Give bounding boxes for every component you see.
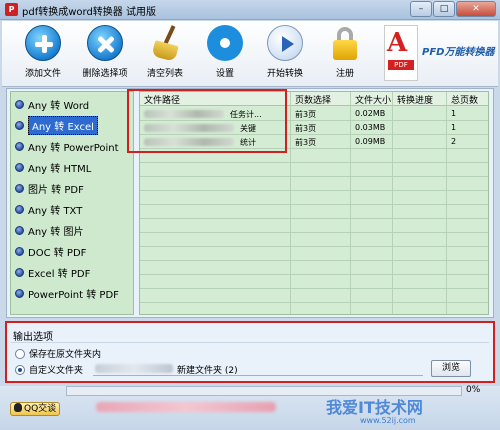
cell-size: 0.02MB bbox=[355, 109, 386, 118]
maximize-button[interactable]: □ bbox=[433, 1, 455, 17]
bullet-icon bbox=[15, 225, 24, 235]
broom-icon bbox=[147, 25, 183, 62]
qq-chat-button[interactable]: QQ交谈 bbox=[10, 402, 60, 416]
sidebar-item-label: Any 转 PowerPoint bbox=[28, 142, 119, 154]
settings-button[interactable]: 设置 bbox=[194, 25, 256, 83]
bullet-icon bbox=[15, 99, 24, 109]
toolbar: 添加文件 删除选择项 清空列表 设置 开始转换 注册 A PDF PFD万能转换… bbox=[2, 21, 498, 87]
cell-pages-select[interactable]: 前3页 bbox=[295, 137, 316, 148]
output-options-panel: 输出选项 保存在原文件夹内 自定义文件夹 新建文件夹 (2) 浏览 bbox=[5, 321, 495, 383]
column-header-progress[interactable]: 转换进度 bbox=[397, 93, 433, 106]
window-title: pdf转换成word转换器 试用版 bbox=[22, 7, 156, 18]
brand-logo: A PDF PFD万能转换器 bbox=[382, 23, 496, 85]
qq-penguin-icon bbox=[14, 403, 22, 412]
sidebar-item-label: PowerPoint 转 PDF bbox=[28, 289, 119, 301]
cell-pages-select[interactable]: 前3页 bbox=[295, 123, 316, 134]
bullet-icon bbox=[15, 141, 24, 151]
delete-selected-button[interactable]: 删除选择项 bbox=[74, 25, 136, 83]
add-file-label: 添加文件 bbox=[24, 69, 61, 79]
delete-selected-label: 删除选择项 bbox=[82, 69, 128, 79]
lock-icon bbox=[327, 25, 363, 61]
qq-chat-label: QQ交谈 bbox=[24, 404, 57, 414]
site-watermark-url: www.52ij.com bbox=[360, 416, 416, 425]
sidebar-item-label: Any 转 Excel bbox=[28, 115, 98, 135]
main-panel: Any 转 Word Any 转 Excel Any 转 PowerPoint … bbox=[6, 88, 494, 318]
add-file-button[interactable]: 添加文件 bbox=[12, 25, 74, 83]
sidebar-item-any-to-html[interactable]: Any 转 HTML bbox=[15, 158, 91, 176]
cell-total-pages: 1 bbox=[451, 123, 457, 132]
sidebar-item-any-to-word[interactable]: Any 转 Word bbox=[15, 95, 89, 113]
start-convert-button[interactable]: 开始转换 bbox=[254, 25, 316, 83]
play-icon bbox=[267, 25, 303, 61]
sidebar-item-label: Any 转 Word bbox=[28, 100, 90, 112]
bullet-icon bbox=[15, 162, 24, 172]
sidebar-item-any-to-powerpoint[interactable]: Any 转 PowerPoint bbox=[15, 137, 119, 155]
start-convert-label: 开始转换 bbox=[266, 69, 303, 79]
pdf-logo-mark: A bbox=[387, 28, 408, 58]
cell-total-pages: 1 bbox=[451, 109, 457, 118]
bullet-icon bbox=[15, 204, 24, 214]
sidebar-item-any-to-txt[interactable]: Any 转 TXT bbox=[15, 200, 82, 218]
pdf-tag: PDF bbox=[388, 60, 414, 70]
sidebar-item-label: Any 转 HTML bbox=[28, 163, 92, 175]
status-bar: 0% QQ交谈 我爱IT技术网 www.52ij.com bbox=[0, 385, 500, 430]
cell-size: 0.03MB bbox=[355, 123, 386, 132]
minimize-button[interactable]: – bbox=[410, 1, 432, 17]
add-file-icon bbox=[25, 25, 61, 61]
column-header-size[interactable]: 文件大小 bbox=[355, 93, 391, 106]
bullet-icon bbox=[15, 183, 24, 193]
sidebar-item-label: DOC 转 PDF bbox=[28, 247, 87, 259]
highlight-box-output-options bbox=[5, 321, 495, 383]
cell-size: 0.09MB bbox=[355, 137, 386, 146]
title-bar: P pdf转换成word转换器 试用版 – □ ✕ bbox=[0, 0, 500, 20]
progress-percent: 0% bbox=[466, 385, 481, 395]
sidebar-item-label: Any 转 图片 bbox=[28, 226, 84, 238]
sidebar-item-label: Excel 转 PDF bbox=[28, 268, 91, 280]
highlight-box-file-list bbox=[127, 89, 287, 153]
redacted-ad-text bbox=[96, 402, 276, 412]
delete-icon bbox=[87, 25, 123, 61]
close-button[interactable]: ✕ bbox=[456, 1, 496, 17]
sidebar-item-doc-to-pdf[interactable]: DOC 转 PDF bbox=[15, 242, 86, 260]
clear-list-button[interactable]: 清空列表 bbox=[134, 25, 196, 83]
conversion-type-list: Any 转 Word Any 转 Excel Any 转 PowerPoint … bbox=[10, 91, 134, 315]
brand-name: PFD万能转换器 bbox=[422, 47, 495, 58]
bullet-icon bbox=[15, 246, 24, 256]
settings-label: 设置 bbox=[215, 69, 234, 79]
bullet-icon bbox=[15, 288, 24, 298]
bullet-icon bbox=[15, 120, 24, 130]
cell-total-pages: 2 bbox=[451, 137, 457, 146]
sidebar-item-excel-to-pdf[interactable]: Excel 转 PDF bbox=[15, 263, 90, 281]
sidebar-item-label: Any 转 TXT bbox=[28, 205, 83, 217]
clear-list-label: 清空列表 bbox=[146, 69, 183, 79]
column-header-total-pages[interactable]: 总页数 bbox=[451, 93, 478, 106]
gear-icon bbox=[207, 25, 243, 61]
site-watermark: 我爱IT技术网 bbox=[326, 398, 423, 417]
sidebar-item-label: 图片 转 PDF bbox=[28, 184, 84, 196]
sidebar-item-powerpoint-to-pdf[interactable]: PowerPoint 转 PDF bbox=[15, 284, 119, 302]
column-header-pages-select[interactable]: 页数选择 bbox=[295, 93, 331, 106]
window-controls: – □ ✕ bbox=[410, 1, 496, 17]
register-button[interactable]: 注册 bbox=[314, 25, 376, 83]
pdf-doc-icon: A PDF bbox=[384, 25, 418, 81]
register-label: 注册 bbox=[335, 69, 354, 79]
cell-pages-select[interactable]: 前3页 bbox=[295, 109, 316, 120]
sidebar-item-image-to-pdf[interactable]: 图片 转 PDF bbox=[15, 179, 84, 197]
sidebar-item-any-to-image[interactable]: Any 转 图片 bbox=[15, 221, 83, 239]
sidebar-item-any-to-excel[interactable]: Any 转 Excel bbox=[15, 115, 98, 135]
app-icon: P bbox=[5, 3, 18, 16]
bullet-icon bbox=[15, 267, 24, 277]
